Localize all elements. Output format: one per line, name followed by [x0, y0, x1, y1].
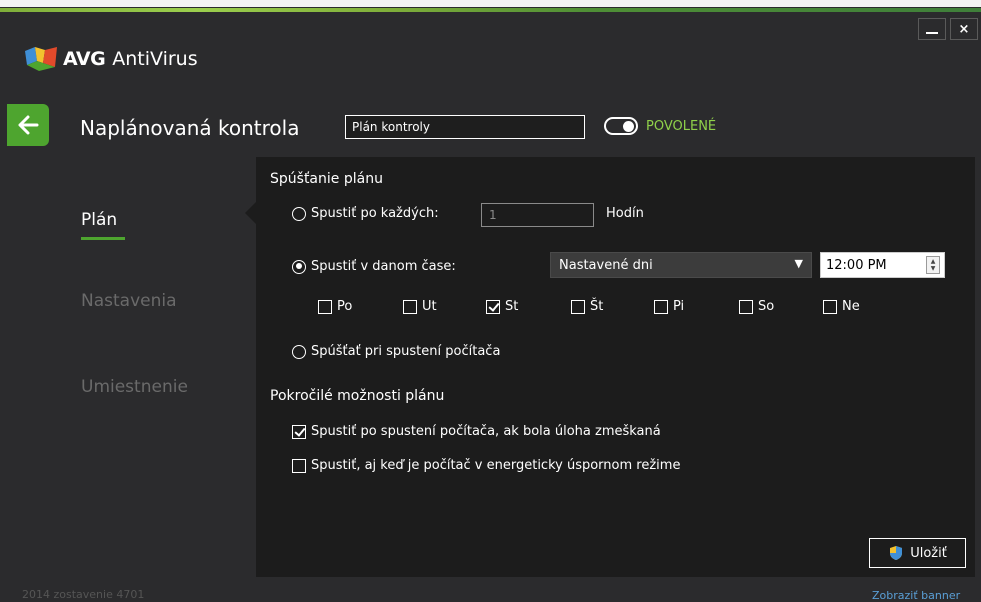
checkbox-checked-icon: [486, 299, 500, 314]
nav-item-settings[interactable]: Nastavenia: [81, 291, 177, 311]
app-window: × AVG AntiVirus Naplánovaná kontrola POV…: [0, 0, 981, 602]
build-info: 2014 zostavenie 4701: [22, 588, 145, 601]
advanced-section-title: Pokročilé možnosti plánu: [270, 388, 445, 404]
day-checkbox[interactable]: Št: [571, 299, 603, 314]
missed-task-label: Spustiť po spustení počítača, ak bola úl…: [311, 424, 661, 439]
radio-circle-icon: [292, 206, 306, 221]
day-label: Pi: [673, 299, 685, 314]
day-checkbox[interactable]: Po: [318, 299, 352, 314]
show-banner-link[interactable]: Zobraziť banner: [872, 589, 960, 602]
power-save-label: Spustiť, aj keď je počítač v energeticky…: [311, 458, 681, 473]
app-logo: AVG AntiVirus: [25, 47, 198, 71]
run-at-time-label: Spustiť v danom čase:: [311, 259, 456, 274]
day-label: Št: [590, 299, 604, 314]
run-on-startup-radio[interactable]: Spúšťať pri spustení počítača: [292, 344, 500, 359]
radio-selected-icon: [292, 259, 306, 274]
logo-brand: AVG: [63, 48, 106, 70]
time-field[interactable]: 12:00 PM ▲ ▼: [820, 252, 945, 278]
day-checkbox[interactable]: So: [739, 299, 774, 314]
day-checkbox[interactable]: Pi: [654, 299, 684, 314]
checkbox-icon: [571, 299, 585, 314]
page-title: Naplánovaná kontrola: [80, 116, 300, 140]
nav-item-location[interactable]: Umiestnenie: [81, 377, 188, 397]
accent-line: [0, 8, 981, 12]
avg-logo-icon: [25, 47, 57, 71]
days-dropdown-value: Nastavené dni: [559, 257, 653, 273]
radio-circle-icon: [292, 344, 306, 359]
schedule-section-title: Spúšťanie plánu: [270, 171, 383, 187]
days-dropdown[interactable]: Nastavené dni ▼: [550, 252, 812, 278]
toggle-knob: [623, 121, 634, 132]
nav-active-indicator: [81, 237, 125, 240]
day-checkbox[interactable]: St: [486, 299, 518, 314]
checkbox-icon: [654, 299, 668, 314]
arrow-left-icon: [18, 115, 39, 135]
interval-input[interactable]: [481, 203, 594, 227]
checkbox-icon: [403, 299, 417, 314]
interval-unit-label: Hodín: [606, 206, 644, 221]
missed-task-checkbox[interactable]: Spustiť po spustení počítača, ak bola úl…: [292, 424, 661, 439]
minimize-icon: [926, 32, 938, 34]
enabled-toggle[interactable]: [604, 117, 638, 135]
checkbox-icon: [292, 458, 306, 473]
time-spinner[interactable]: ▲ ▼: [926, 256, 940, 274]
save-button[interactable]: Uložiť: [869, 538, 966, 568]
logo-product: AntiVirus: [112, 48, 198, 70]
nav-item-plan[interactable]: Plán: [81, 210, 117, 230]
run-at-time-radio[interactable]: Spustiť v danom čase:: [292, 259, 456, 274]
panel-pointer: [245, 202, 256, 224]
shield-icon: [888, 545, 904, 561]
save-label: Uložiť: [910, 545, 947, 561]
day-label: Ne: [842, 299, 860, 314]
day-checkbox[interactable]: Ut: [403, 299, 437, 314]
back-button[interactable]: [7, 104, 49, 146]
time-value: 12:00 PM: [826, 257, 887, 273]
title-strip: [0, 0, 981, 7]
spin-up-icon: ▲: [930, 258, 936, 265]
day-label: So: [758, 299, 775, 314]
day-label: Ut: [422, 299, 437, 314]
close-icon: ×: [958, 21, 970, 37]
day-label: Po: [337, 299, 353, 314]
close-button[interactable]: ×: [950, 18, 978, 40]
checkbox-checked-icon: [292, 424, 306, 439]
day-label: St: [505, 299, 519, 314]
schedule-name-input[interactable]: [345, 115, 585, 139]
checkbox-icon: [739, 299, 753, 314]
chevron-down-icon: ▼: [794, 257, 803, 270]
minimize-button[interactable]: [918, 18, 946, 40]
run-on-startup-label: Spúšťať pri spustení počítača: [311, 344, 501, 359]
checkbox-icon: [318, 299, 332, 314]
run-every-radio[interactable]: Spustiť po každých:: [292, 206, 439, 221]
day-checkbox[interactable]: Ne: [823, 299, 860, 314]
power-save-checkbox[interactable]: Spustiť, aj keď je počítač v energeticky…: [292, 458, 680, 473]
toggle-status-label: POVOLENÉ: [646, 119, 717, 134]
run-every-label: Spustiť po každých:: [311, 206, 439, 221]
checkbox-icon: [823, 299, 837, 314]
spin-down-icon: ▼: [930, 265, 936, 272]
